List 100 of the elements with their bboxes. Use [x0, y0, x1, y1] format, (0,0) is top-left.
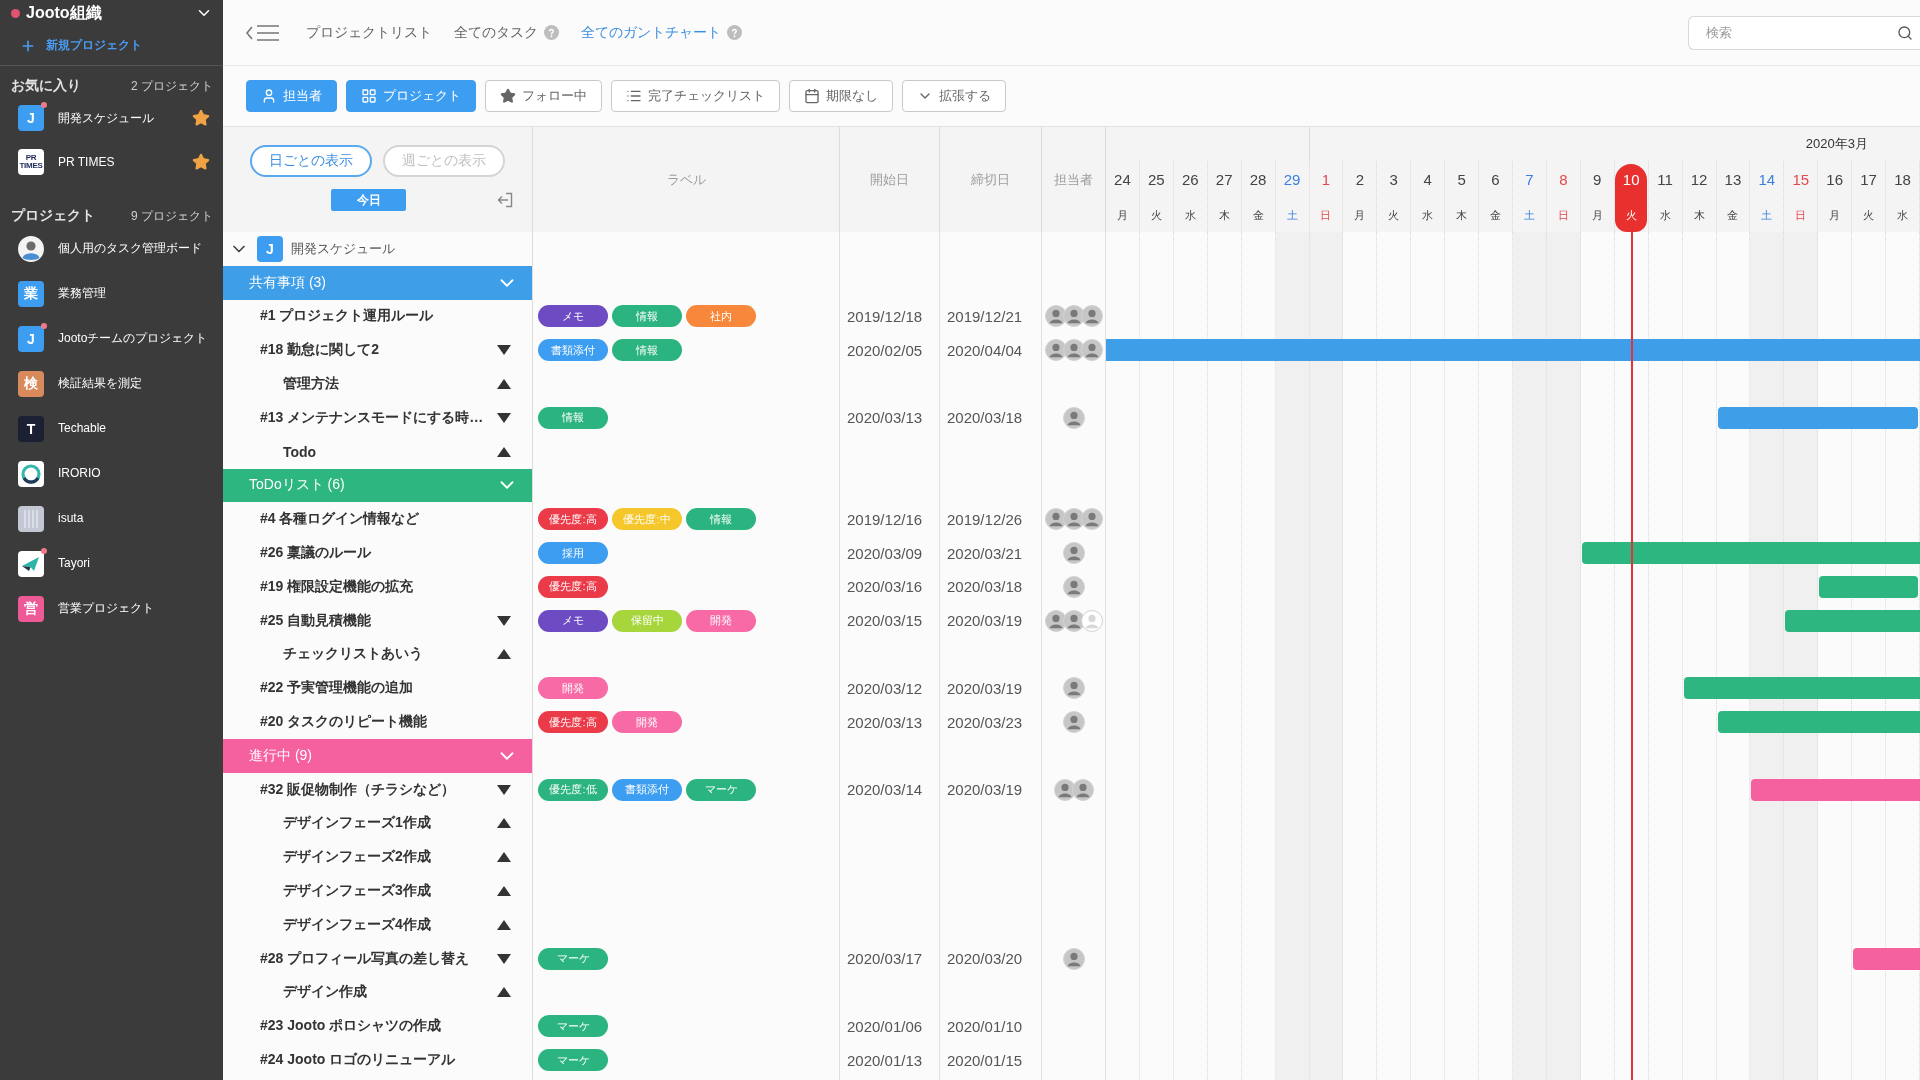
label-tag: マーケ	[538, 947, 608, 970]
section-title: お気に入り	[11, 77, 81, 95]
start-date: 2020/03/13	[847, 713, 923, 731]
triangle-up-icon[interactable]	[497, 649, 511, 660]
letter-tile-icon: J	[18, 325, 44, 352]
weekday-label: 木	[1693, 209, 1705, 221]
weekday-label: 木	[1456, 209, 1468, 221]
due-date: 2020/04/04	[947, 341, 1023, 359]
triangle-up-icon[interactable]	[497, 379, 511, 390]
triangle-up-icon[interactable]	[497, 852, 511, 863]
task-title[interactable]: #23 Jooto ポロシャツの作成	[260, 1017, 511, 1036]
task-title[interactable]: #24 Jooto ロゴのリニューアル	[260, 1051, 511, 1069]
star-icon[interactable]	[192, 153, 210, 171]
gantt-bar[interactable]	[1717, 406, 1918, 429]
weekday-label: 日	[1557, 209, 1569, 221]
weekday-label: 水	[1897, 209, 1909, 221]
sidebar-item[interactable]: PR TIMES PR TIMES	[0, 140, 223, 184]
sidebar-item[interactable]: 検 検証結果を測定	[0, 361, 223, 406]
nav-tab[interactable]: プロジェクトリスト	[306, 23, 432, 42]
search-icon[interactable]	[1897, 24, 1913, 41]
triangle-up-icon[interactable]	[497, 886, 511, 897]
day-number: 29	[1283, 170, 1301, 190]
triangle-down-icon[interactable]	[497, 784, 511, 795]
label-tag: 情報	[612, 305, 682, 328]
task-title[interactable]: #26 稟議のルール	[260, 544, 511, 563]
triangle-up-icon[interactable]	[497, 919, 511, 930]
sidebar-item[interactable]: J Jootoチームのプロジェクト	[0, 316, 223, 361]
sidebar-item[interactable]: Tayori	[0, 541, 223, 586]
triangle-up-icon[interactable]	[497, 987, 511, 998]
column-header: ラベル	[666, 170, 706, 189]
checklist-item-title[interactable]: Todo	[283, 443, 489, 460]
weekday-label: 火	[1625, 209, 1637, 221]
checklist-item-title[interactable]: チェックリストあいう	[283, 645, 489, 664]
day-number: 27	[1215, 170, 1233, 190]
gantt-bar[interactable]	[1853, 947, 1920, 970]
triangle-down-icon[interactable]	[497, 615, 511, 626]
striped-tile-icon	[18, 505, 44, 532]
checklist-item-title[interactable]: デザインフェーズ2作成	[283, 848, 489, 867]
start-date: 2020/03/13	[847, 409, 923, 427]
day-number: 5	[1457, 170, 1466, 190]
task-title[interactable]: #32 販促物制作（チラシなど）	[260, 780, 489, 799]
due-date: 2020/03/21	[947, 544, 1023, 562]
checklist-item-title[interactable]: デザインフェーズ1作成	[283, 814, 489, 833]
sidebar-item[interactable]: IRORIO	[0, 451, 223, 496]
avatar-icon	[1080, 305, 1103, 328]
toolbar-button[interactable]: 拡張する	[902, 80, 1006, 112]
collapse-panel-icon[interactable]	[496, 191, 514, 209]
sidebar-item[interactable]: 個人用のタスク管理ボード	[0, 226, 223, 271]
letter-tile-icon: 業	[18, 280, 44, 307]
star-icon[interactable]	[192, 109, 210, 127]
checklist-item-title[interactable]: デザインフェーズ3作成	[283, 882, 489, 901]
checklist-item-title[interactable]: デザイン作成	[283, 983, 489, 1002]
task-title[interactable]: #28 プロフィール写真の差し替え	[260, 949, 489, 968]
sidebar-item[interactable]: T Techable	[0, 406, 223, 451]
triangle-down-icon[interactable]	[497, 345, 511, 356]
task-title[interactable]: #18 勤怠に関して2	[260, 341, 489, 360]
day-number: 12	[1690, 170, 1708, 190]
toolbar-button[interactable]: フォロー中	[485, 80, 602, 112]
start-date: 2020/01/13	[847, 1051, 923, 1069]
start-date: 2020/03/16	[847, 578, 923, 596]
task-title[interactable]: #20 タスクのリピート機能	[260, 713, 511, 732]
task-title[interactable]: #22 予実管理機能の追加	[260, 679, 511, 698]
day-number: 25	[1148, 170, 1165, 190]
nav-tab[interactable]: 全てのタスク	[454, 23, 559, 42]
start-date: 2020/01/06	[847, 1017, 923, 1035]
sidebar-item[interactable]: 営 営業プロジェクト	[0, 586, 223, 631]
task-title[interactable]: #19 権限設定機能の拡充	[260, 577, 511, 596]
checklist-item-title[interactable]: 管理方法	[283, 375, 489, 394]
due-date: 2020/03/18	[947, 578, 1023, 596]
triangle-up-icon[interactable]	[497, 818, 511, 829]
triangle-down-icon[interactable]	[497, 412, 511, 423]
search-field[interactable]: 検索	[1688, 15, 1920, 50]
triangle-up-icon[interactable]	[497, 446, 511, 457]
due-date: 2020/01/10	[947, 1017, 1023, 1035]
label-tag: マーケ	[538, 1049, 608, 1071]
day-number: 3	[1389, 170, 1398, 190]
sidebar-item[interactable]: J 開発スケジュール	[0, 96, 223, 140]
toolbar-button[interactable]: 期限なし	[789, 80, 893, 112]
column-header: 締切日	[971, 170, 1010, 189]
checklist-item-title[interactable]: デザインフェーズ4作成	[283, 915, 489, 934]
task-title[interactable]: #4 各種ログイン情報など	[260, 510, 511, 529]
start-date: 2020/03/12	[847, 679, 923, 697]
sidebar-item[interactable]: 業 業務管理	[0, 271, 223, 316]
day-number: 18	[1894, 170, 1911, 190]
triangle-down-icon[interactable]	[497, 953, 511, 964]
task-title[interactable]: #13 メンテナンスモードにする時…	[260, 408, 489, 427]
weekday-label: 土	[1523, 209, 1535, 221]
gantt-bar[interactable]	[1751, 778, 1920, 801]
avatar-icon	[18, 235, 44, 262]
gantt-bar[interactable]	[1106, 339, 1920, 362]
sidebar-item[interactable]: isuta	[0, 496, 223, 541]
label-tag: メモ	[538, 305, 608, 328]
task-title[interactable]: #25 自動見積機能	[260, 611, 489, 630]
due-date: 2019/12/21	[947, 308, 1023, 325]
view-toggle-button[interactable]: 日ごとの表示	[250, 145, 372, 177]
day-number: 17	[1860, 170, 1877, 190]
task-title[interactable]: #1 プロジェクト運用ルール	[260, 307, 511, 326]
day-number: 28	[1249, 170, 1267, 190]
toolbar-button[interactable]: 完了チェックリスト	[611, 80, 780, 112]
due-date: 2020/03/19	[947, 679, 1023, 697]
